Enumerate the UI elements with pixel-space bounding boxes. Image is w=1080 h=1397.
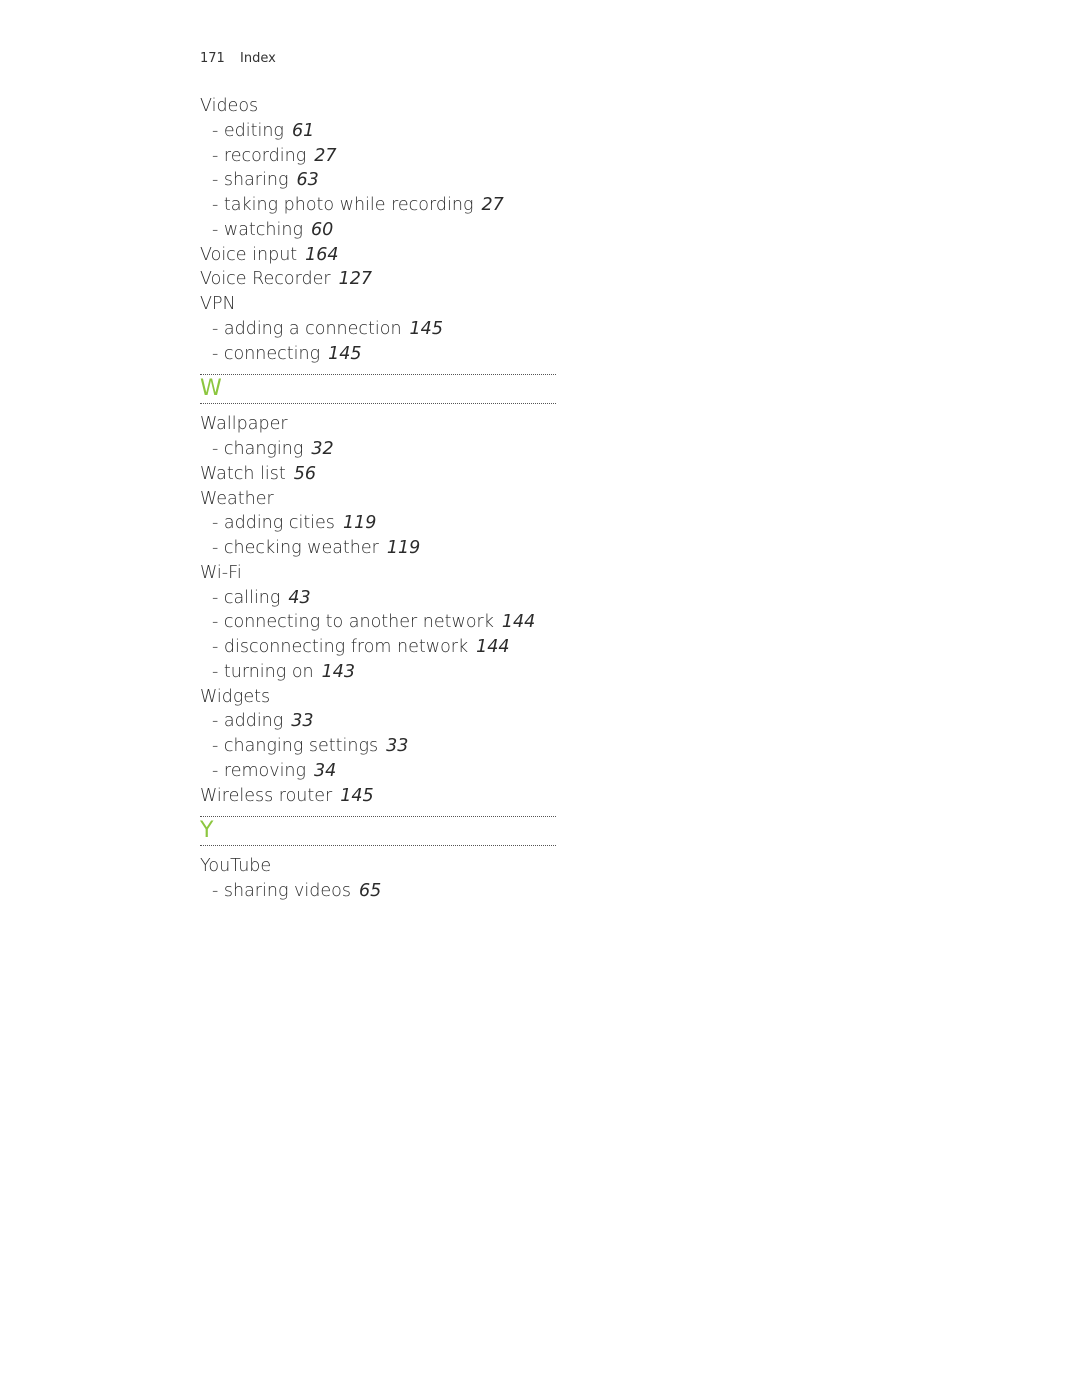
- index-entry: Watch list 56: [200, 462, 556, 487]
- index-subentry: - sharing videos 65: [200, 879, 556, 904]
- entry-text: - disconnecting from network: [212, 637, 469, 657]
- entry-text: Voice Recorder: [200, 269, 331, 290]
- index-entry: Voice input 164: [200, 243, 556, 268]
- index-subentry: - adding cities 119: [200, 511, 556, 536]
- dotted-divider: [200, 403, 556, 405]
- entry-text: - taking photo while recording: [212, 195, 474, 215]
- index-subentry: - disconnecting from network 144: [200, 635, 556, 660]
- index-subentry: - turning on 143: [200, 660, 556, 685]
- entry-text: Watch list: [200, 463, 286, 484]
- index-subentry: - watching 60: [200, 218, 556, 243]
- entry-text: - sharing videos: [212, 881, 351, 901]
- index-entry: Wallpaper: [200, 412, 556, 437]
- page-reference-link[interactable]: 63: [296, 170, 318, 190]
- entry-text: - watching: [212, 219, 303, 240]
- index-subentry: - calling 43: [200, 586, 556, 611]
- entry-text: - removing: [212, 760, 307, 781]
- index-entry: Weather: [200, 487, 556, 512]
- page-reference-link[interactable]: 43: [288, 588, 310, 608]
- page-reference-link[interactable]: 144: [476, 637, 509, 657]
- entry-text: - adding cities: [212, 513, 335, 534]
- index-subentry: - connecting to another network 144: [200, 610, 556, 635]
- index-subentry: - adding a connection 145: [200, 317, 556, 342]
- page-reference-link[interactable]: 27: [481, 195, 503, 215]
- entry-text: - recording: [212, 145, 307, 166]
- entry-text: - editing: [212, 120, 284, 141]
- entry-text: - changing settings: [212, 736, 379, 756]
- section-title: Index: [240, 51, 276, 66]
- page-reference-link[interactable]: 145: [410, 319, 443, 339]
- index-subentry: - changing settings 33: [200, 734, 556, 759]
- page-reference-link[interactable]: 119: [387, 538, 420, 558]
- entry-text: Weather: [200, 488, 274, 509]
- index-subentry: - sharing 63: [200, 168, 556, 193]
- page-reference-link[interactable]: 119: [343, 513, 376, 533]
- entry-text: Wi-Fi: [200, 562, 242, 583]
- section-letter: Y: [200, 818, 214, 844]
- dotted-divider: [200, 845, 556, 847]
- index-subentry: - checking weather 119: [200, 536, 556, 561]
- page-reference-link[interactable]: 56: [294, 464, 316, 484]
- index-entry: Widgets: [200, 685, 556, 710]
- entry-text: - checking weather: [212, 538, 379, 558]
- index-subentry: - adding 33: [200, 709, 556, 734]
- entry-text: - adding: [212, 711, 284, 732]
- page-reference-link[interactable]: 27: [314, 146, 336, 166]
- page-reference-link[interactable]: 145: [340, 786, 373, 806]
- index-list: Videos - editing 61 - recording 27 - sharing 6…: [200, 94, 556, 904]
- entry-text: Videos: [200, 96, 259, 116]
- page-reference-link[interactable]: 60: [311, 220, 333, 240]
- page-reference-link[interactable]: 33: [291, 711, 313, 731]
- page-reference-link[interactable]: 34: [314, 761, 336, 781]
- page-reference-link[interactable]: 143: [322, 662, 355, 682]
- index-entry: VPN: [200, 292, 556, 317]
- entry-text: - adding a connection: [212, 318, 402, 339]
- letter-section-w: W: [200, 374, 556, 405]
- index-subentry: - recording 27: [200, 144, 556, 169]
- section-letter: W: [200, 376, 222, 402]
- entry-text: - turning on: [212, 661, 314, 682]
- page-reference-link[interactable]: 144: [502, 612, 535, 632]
- page-reference-link[interactable]: 32: [311, 439, 333, 459]
- index-subentry: - taking photo while recording 27: [200, 193, 556, 218]
- index-entry: Wireless router 145: [200, 784, 556, 809]
- entry-text: VPN: [200, 294, 236, 314]
- index-entry: Wi-Fi: [200, 561, 556, 586]
- page-number: 171: [200, 51, 225, 66]
- index-subentry: - changing 32: [200, 437, 556, 462]
- entry-text: - calling: [212, 587, 281, 608]
- page-reference-link[interactable]: 145: [328, 344, 361, 364]
- page-reference-link[interactable]: 164: [305, 245, 338, 265]
- entry-text: Wallpaper: [200, 414, 288, 435]
- index-entry: YouTube: [200, 854, 556, 879]
- letter-section-y: Y: [200, 816, 556, 847]
- index-subentry: - connecting 145: [200, 342, 556, 367]
- page-reference-link[interactable]: 61: [292, 121, 314, 141]
- entry-text: YouTube: [200, 856, 272, 877]
- entry-text: - sharing: [212, 170, 289, 191]
- entry-text: - connecting: [212, 343, 321, 364]
- entry-text: Wireless router: [200, 785, 333, 806]
- page-reference-link[interactable]: 127: [339, 269, 372, 289]
- index-subentry: - editing 61: [200, 119, 556, 144]
- entry-text: Voice input: [200, 244, 298, 265]
- entry-text: - changing: [212, 439, 304, 459]
- index-entry: Videos: [200, 94, 556, 119]
- index-subentry: - removing 34: [200, 759, 556, 784]
- page-reference-link[interactable]: 33: [386, 736, 408, 756]
- entry-text: Widgets: [200, 686, 271, 707]
- index-entry: Voice Recorder 127: [200, 267, 556, 292]
- entry-text: - connecting to another network: [212, 612, 494, 633]
- page-header: 171 Index: [200, 51, 276, 66]
- page-reference-link[interactable]: 65: [359, 881, 381, 901]
